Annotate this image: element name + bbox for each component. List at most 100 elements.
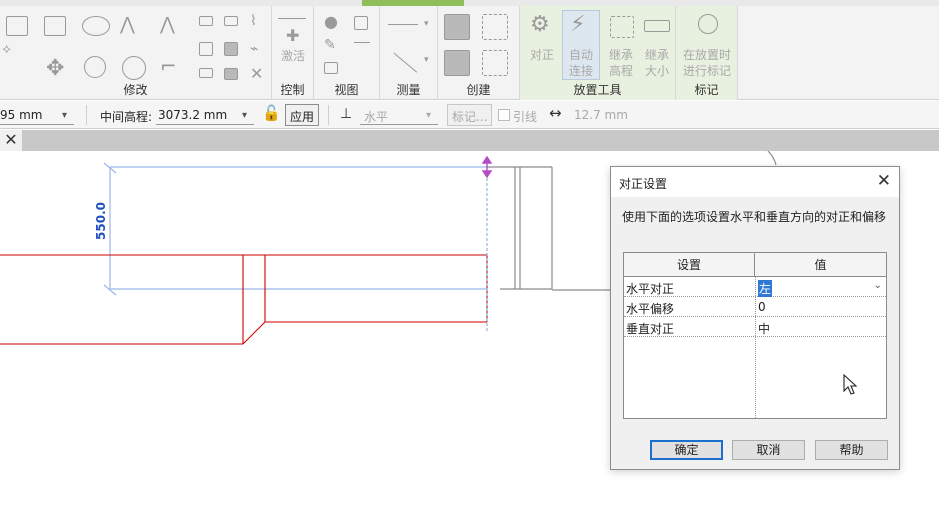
leader-label: 引线 xyxy=(513,110,538,124)
middle-elevation-combo[interactable]: 3073.2 mm ▾ xyxy=(156,105,254,125)
close-icon[interactable]: ✕ xyxy=(0,130,22,151)
create-assembly-icon[interactable] xyxy=(482,50,508,76)
array-icon[interactable] xyxy=(199,42,213,56)
split-icon[interactable]: ⋀ xyxy=(160,16,175,34)
inherit-elevation-icon[interactable] xyxy=(610,16,634,38)
linework-icon[interactable] xyxy=(354,42,370,44)
override-graphics-icon[interactable]: ● xyxy=(324,14,338,30)
view-cube-icon[interactable] xyxy=(354,16,368,30)
auto-connect-icon: ⚡ xyxy=(570,12,586,37)
auto-connect-label: 自动 连接 xyxy=(568,48,593,78)
tag-on-placement-label: 在放置时 进行标记 xyxy=(682,48,731,78)
setting-name: 垂直对正 xyxy=(626,322,675,336)
dialog-description: 使用下面的选项设置水平和垂直方向的对正和偏移 xyxy=(622,210,887,224)
panel-modify: ⋀ ⋀ ⌇ ⟡ ✥ ⌐ ⌁ ✕ 修改 xyxy=(0,6,272,100)
panel-label-create: 创建 xyxy=(466,83,491,97)
trim-multi-icon[interactable] xyxy=(224,16,238,26)
offset-tool-icon[interactable] xyxy=(44,16,66,36)
split-gap-icon[interactable] xyxy=(199,68,213,78)
tag-button[interactable]: 标记... xyxy=(447,104,493,126)
ribbon: ⋀ ⋀ ⌇ ⟡ ✥ ⌐ ⌁ ✕ 修改 ✚ 激活 控制 ● ✎ 视图 ▾ ▾ 测量… xyxy=(0,0,939,100)
inherit-size-icon[interactable] xyxy=(644,20,670,32)
trim-icon[interactable] xyxy=(199,16,213,26)
orientation-value: 水平 xyxy=(364,110,389,124)
panel-label-modify: 修改 xyxy=(123,83,148,97)
panel-create: 创建 xyxy=(438,6,520,100)
dimension-text[interactable]: 550.0 xyxy=(94,201,110,241)
dialog-title: 对正设置 xyxy=(619,177,668,191)
options-bar: 95 mm ▾ 中间高程: 3073.2 mm ▾ 🔓 应用 ⊥ 水平 ▾ 标记… xyxy=(0,101,939,129)
dialog-title-bar: 对正设置 ✕ xyxy=(611,167,899,197)
separator xyxy=(86,105,87,125)
apply-button[interactable]: 应用 xyxy=(285,104,320,126)
setting-value[interactable]: 中 xyxy=(758,320,770,337)
measure-between-icon[interactable] xyxy=(388,24,418,26)
group-icon[interactable] xyxy=(224,68,238,80)
help-button[interactable]: 帮助 xyxy=(815,440,888,460)
pin-dimension-icon[interactable]: ✚ xyxy=(286,28,299,44)
rotate-icon[interactable] xyxy=(122,56,146,80)
orientation-combo[interactable]: 水平 ▾ xyxy=(360,105,438,125)
move-icon[interactable]: ✥ xyxy=(46,58,64,80)
chevron-down-icon[interactable]: ⌄ xyxy=(874,280,882,291)
align-tool-icon[interactable] xyxy=(6,16,28,36)
middle-elevation-value: 3073.2 mm xyxy=(158,108,228,122)
red-linework xyxy=(0,254,488,345)
setting-name: 水平对正 xyxy=(626,282,675,296)
pin-icon[interactable]: ⌇ xyxy=(250,14,257,28)
view-tab-bar: ✕ xyxy=(0,130,939,151)
panel-tag: 在放置时 进行标记 标记 xyxy=(676,6,738,100)
create-part-icon[interactable] xyxy=(444,14,470,40)
aligned-dimension-icon[interactable] xyxy=(392,52,418,74)
create-similar-icon[interactable] xyxy=(482,14,508,40)
setting-value-select[interactable]: 左 xyxy=(758,280,773,297)
paint-icon[interactable]: ✎ xyxy=(324,38,336,52)
chevron-down-icon: ▾ xyxy=(242,110,248,121)
mirror-pick-icon[interactable] xyxy=(82,16,110,36)
measure-dropdown-icon[interactable]: ▾ xyxy=(424,20,429,29)
leader-length-value[interactable]: 12.7 mm xyxy=(574,108,628,122)
lock-icon[interactable]: 🔓 xyxy=(262,106,281,121)
create-group-icon[interactable] xyxy=(444,50,470,76)
setting-name: 水平偏移 xyxy=(626,302,675,316)
justify-icon[interactable]: ⚙ xyxy=(530,14,550,36)
panel-label-placement-tools: 放置工具 xyxy=(573,83,622,97)
table-header-setting: 设置 xyxy=(624,253,755,277)
chevron-down-icon: ▾ xyxy=(426,110,432,121)
offset-value: 95 mm xyxy=(0,108,43,122)
scale-icon[interactable] xyxy=(224,42,238,56)
table-row[interactable]: 垂直对正 中 xyxy=(624,317,886,337)
activate-dimension-icon[interactable] xyxy=(278,18,306,20)
panel-measure: ▾ ▾ 测量 xyxy=(380,6,438,100)
leader-checkbox[interactable] xyxy=(498,109,510,121)
inherit-size-label: 继承 大小 xyxy=(644,48,669,78)
table-row[interactable]: 水平对正 左 ⌄ xyxy=(624,277,886,297)
panel-label-measure: 测量 xyxy=(396,83,421,97)
ok-button[interactable]: 确定 xyxy=(650,440,723,460)
justify-label: 对正 xyxy=(529,48,554,62)
delete-icon[interactable]: ✕ xyxy=(250,66,263,82)
offset-combo[interactable]: 95 mm ▾ xyxy=(0,105,74,125)
hide-icon[interactable] xyxy=(324,62,338,74)
cancel-button[interactable]: 取消 xyxy=(732,440,805,460)
panel-placement-tools: ⚙ 对正 ⚡ 自动 连接 继承 高程 继承 大小 放置工具 xyxy=(520,6,676,100)
inherit-elevation-label: 继承 高程 xyxy=(608,48,633,78)
trim-extend-icon[interactable]: ⌐ xyxy=(160,56,177,76)
panel-view: ● ✎ 视图 xyxy=(314,6,380,100)
copy-tool-icon[interactable] xyxy=(84,56,106,78)
align-icon: ⊥ xyxy=(340,106,353,122)
mouse-cursor-icon xyxy=(843,374,858,395)
table-header-value: 值 xyxy=(755,253,886,277)
panel-label-control: 控制 xyxy=(280,83,305,97)
tag-on-placement-icon[interactable] xyxy=(698,14,718,34)
setting-value[interactable]: 0 xyxy=(758,300,766,314)
unpin-icon[interactable]: ⌁ xyxy=(250,42,258,56)
chevron-down-icon: ▾ xyxy=(62,110,68,121)
dimension-dropdown-icon[interactable]: ▾ xyxy=(424,56,429,65)
table-row[interactable]: 水平偏移 0 xyxy=(624,297,886,317)
close-icon[interactable]: ✕ xyxy=(877,171,891,191)
width-icon: ↔ xyxy=(549,104,562,122)
mirror-draw-icon[interactable]: ⋀ xyxy=(120,16,135,34)
panel-label-view: 视图 xyxy=(334,83,359,97)
copy-icon[interactable]: ⟡ xyxy=(2,42,11,56)
